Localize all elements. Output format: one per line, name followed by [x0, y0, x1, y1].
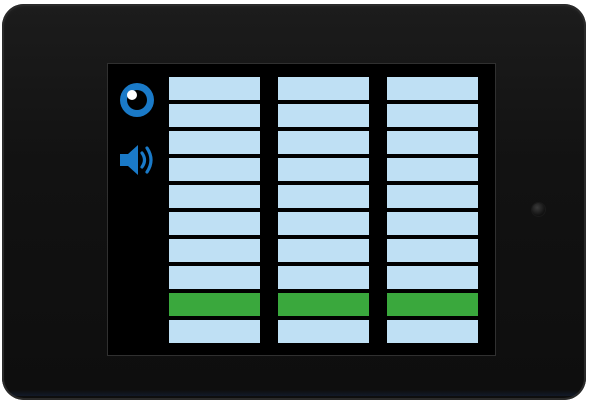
grid-cell[interactable]	[169, 158, 260, 181]
grid-cell[interactable]	[169, 185, 260, 208]
grid-cell[interactable]	[278, 212, 369, 235]
grid-cell[interactable]	[169, 239, 260, 262]
grid-cell[interactable]	[387, 185, 478, 208]
grid-cell[interactable]	[387, 77, 478, 100]
grid-cell-selected[interactable]	[387, 293, 478, 316]
grid-cell[interactable]	[169, 212, 260, 235]
grid-cell-selected[interactable]	[278, 293, 369, 316]
grid-cell[interactable]	[278, 239, 369, 262]
grid-cell[interactable]	[278, 320, 369, 343]
ambient-light-sensor	[532, 203, 545, 216]
volume-icon[interactable]	[117, 142, 157, 178]
grid-cell[interactable]	[387, 239, 478, 262]
grid-cell[interactable]	[169, 131, 260, 154]
grid-cell[interactable]	[387, 212, 478, 235]
grid-cell[interactable]	[387, 158, 478, 181]
grid-cell[interactable]	[169, 320, 260, 343]
grid-cell[interactable]	[169, 266, 260, 289]
touch-screen	[108, 64, 495, 355]
grid-cell[interactable]	[278, 104, 369, 127]
grid-cell[interactable]	[278, 77, 369, 100]
grid-cell[interactable]	[387, 266, 478, 289]
grid-cell[interactable]	[169, 77, 260, 100]
grid-cell[interactable]	[169, 104, 260, 127]
device-bezel	[2, 4, 586, 400]
grid-cell[interactable]	[278, 158, 369, 181]
grid-cell[interactable]	[387, 320, 478, 343]
eye-icon[interactable]	[119, 82, 155, 118]
grid-cell[interactable]	[278, 185, 369, 208]
grid-cell-selected[interactable]	[169, 293, 260, 316]
grid-cell[interactable]	[387, 131, 478, 154]
grid-cell[interactable]	[278, 131, 369, 154]
grid-cell[interactable]	[387, 104, 478, 127]
grid-cell[interactable]	[278, 266, 369, 289]
